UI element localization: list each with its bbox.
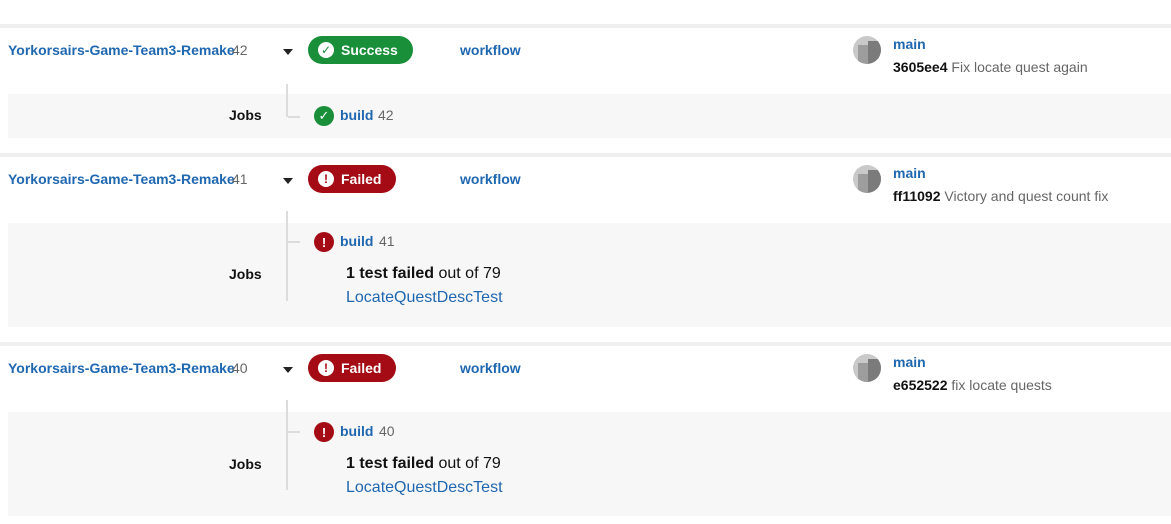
branch-link[interactable]: main — [893, 36, 926, 52]
job-link[interactable]: build — [340, 233, 373, 249]
commit-sha[interactable]: ff11092 — [893, 188, 940, 204]
workflow-link[interactable]: workflow — [460, 42, 521, 58]
commit-message: Victory and quest count fix — [944, 188, 1109, 204]
test-failure-summary: 1 test failed out of 79 — [346, 455, 501, 473]
total-count: out of 79 — [438, 265, 501, 282]
workflow-link[interactable]: workflow — [460, 171, 521, 187]
commit-sha[interactable]: 3605ee4 — [893, 59, 948, 75]
run-row: Yorkorsairs-Game-Team3-Remake 42 ✓ Succe… — [0, 28, 1171, 138]
exclamation-circle-icon: ! — [318, 360, 334, 376]
job-link[interactable]: build — [340, 107, 373, 123]
branch-link[interactable]: main — [893, 165, 926, 181]
repo-link[interactable]: Yorkorsairs-Game-Team3-Remake — [8, 171, 235, 187]
avatar[interactable] — [853, 354, 881, 382]
tree-branch — [288, 431, 300, 433]
expand-toggle-icon[interactable] — [283, 49, 293, 55]
jobs-label: Jobs — [229, 456, 262, 472]
status-badge[interactable]: ! Failed — [308, 165, 397, 193]
failed-test-link[interactable]: LocateQuestDescTest — [346, 289, 503, 307]
jobs-label: Jobs — [229, 266, 262, 282]
jobs-panel: Jobs ✓ build 42 — [8, 84, 1171, 138]
expand-toggle-icon[interactable] — [283, 178, 293, 184]
commit-info: e652522 fix locate quests — [893, 377, 1052, 393]
tree-branch — [288, 116, 300, 118]
expand-toggle-icon[interactable] — [283, 367, 293, 373]
run-header: Yorkorsairs-Game-Team3-Remake 41 ! Faile… — [0, 157, 1171, 213]
commit-message: Fix locate quest again — [951, 59, 1088, 75]
commit-info: 3605ee4 Fix locate quest again — [893, 59, 1088, 75]
commit-info: ff11092 Victory and quest count fix — [893, 188, 1108, 204]
workflow-link[interactable]: workflow — [460, 360, 521, 376]
commit-message: fix locate quests — [951, 377, 1052, 393]
total-count: out of 79 — [438, 455, 501, 472]
tree-line — [286, 84, 288, 117]
tree-line — [286, 400, 288, 490]
job-number: 41 — [379, 233, 395, 249]
branch-link[interactable]: main — [893, 354, 926, 370]
jobs-panel: Jobs ! build 41 1 test failed out of 79 … — [8, 211, 1171, 327]
failed-count: 1 test failed — [346, 455, 435, 472]
status-badge[interactable]: ✓ Success — [308, 36, 413, 64]
tree-line — [286, 211, 288, 301]
check-circle-icon: ✓ — [314, 106, 334, 126]
commit-sha[interactable]: e652522 — [893, 377, 948, 393]
run-number: 40 — [232, 360, 248, 376]
job-number: 42 — [378, 107, 394, 123]
status-label: Failed — [341, 171, 382, 187]
failed-count: 1 test failed — [346, 265, 435, 282]
test-failure-summary: 1 test failed out of 79 — [346, 265, 501, 283]
jobs-panel: Jobs ! build 40 1 test failed out of 79 … — [8, 400, 1171, 516]
run-row: Yorkorsairs-Game-Team3-Remake 40 ! Faile… — [0, 346, 1171, 516]
jobs-label: Jobs — [229, 107, 262, 123]
status-label: Success — [341, 42, 398, 58]
run-header: Yorkorsairs-Game-Team3-Remake 40 ! Faile… — [0, 346, 1171, 402]
job-link[interactable]: build — [340, 423, 373, 439]
avatar[interactable] — [853, 36, 881, 64]
status-badge[interactable]: ! Failed — [308, 354, 397, 382]
exclamation-circle-icon: ! — [314, 422, 334, 442]
job-number: 40 — [379, 423, 395, 439]
failed-test-link[interactable]: LocateQuestDescTest — [346, 479, 503, 497]
run-header: Yorkorsairs-Game-Team3-Remake 42 ✓ Succe… — [0, 28, 1171, 84]
run-number: 41 — [232, 171, 248, 187]
run-row: Yorkorsairs-Game-Team3-Remake 41 ! Faile… — [0, 157, 1171, 327]
exclamation-circle-icon: ! — [318, 171, 334, 187]
avatar[interactable] — [853, 165, 881, 193]
check-circle-icon: ✓ — [318, 42, 334, 58]
tree-branch — [288, 241, 300, 243]
exclamation-circle-icon: ! — [314, 232, 334, 252]
repo-link[interactable]: Yorkorsairs-Game-Team3-Remake — [8, 360, 235, 376]
status-label: Failed — [341, 360, 382, 376]
repo-link[interactable]: Yorkorsairs-Game-Team3-Remake — [8, 42, 235, 58]
run-number: 42 — [232, 42, 248, 58]
